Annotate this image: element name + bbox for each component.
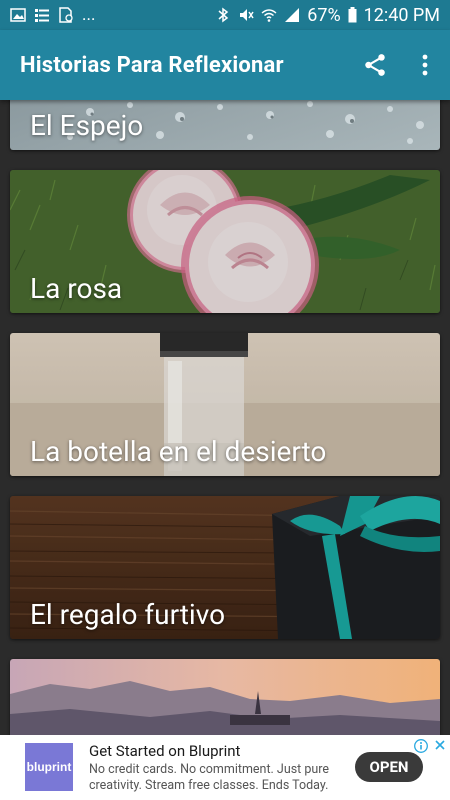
story-card[interactable]: La botella en el desierto [10,333,440,476]
ad-logo[interactable]: bluprint [25,743,73,791]
story-list[interactable]: El Espejo La rosa La botella en el desie… [0,100,450,735]
ad-banner[interactable]: bluprint Get Started on Bluprint No cred… [0,735,450,800]
story-card[interactable] [10,659,440,735]
overflow-menu-button[interactable] [400,30,450,100]
more-notifications: ... [82,5,96,25]
ad-info-icon[interactable] [414,739,428,753]
mute-icon [240,9,254,21]
app-title: Historias Para Reflexionar [20,52,284,78]
signal-icon [285,8,300,22]
story-title: La rosa [30,272,123,305]
ad-body: No credit cards. No commitment. Just pur… [89,762,330,793]
story-card[interactable]: El regalo furtivo [10,496,440,639]
story-card[interactable]: El Espejo [10,100,440,150]
battery-percent: 67% [307,4,341,26]
app-bar: Historias Para Reflexionar [0,30,450,100]
more-vert-icon [422,54,428,76]
share-icon [365,54,385,76]
battery-icon [348,7,357,23]
ad-headline[interactable]: Get Started on Bluprint [89,742,240,760]
status-bar: ... 67% 12:40 PM [0,0,450,30]
story-card[interactable]: La rosa [10,170,440,313]
clock: 12:40 PM [363,4,440,26]
ad-close-icon[interactable] [434,739,446,751]
list-icon [35,9,49,22]
image-icon [10,8,26,22]
story-title: La botella en el desierto [30,435,327,468]
bluetooth-icon [218,7,229,23]
card-image [10,659,440,735]
wifi-icon [261,9,277,22]
ad-open-button[interactable]: OPEN [355,752,423,782]
story-title: El regalo furtivo [30,598,226,631]
share-button[interactable] [350,30,400,100]
file-icon [59,7,73,23]
story-title: El Espejo [30,109,144,142]
